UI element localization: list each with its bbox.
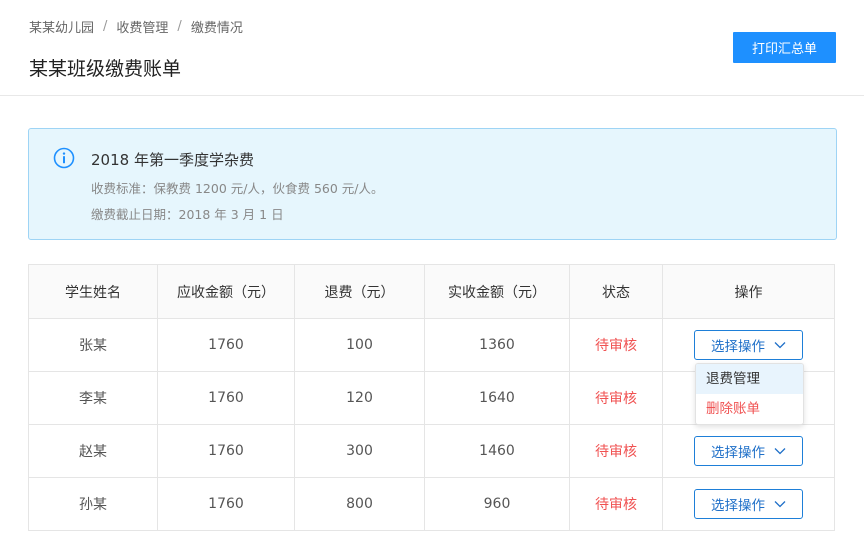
column-header-amount-due: 应收金额（元） — [157, 264, 295, 319]
fee-notice-alert: 2018 年第一季度学杂费 收费标准：保教费 1200 元/人，伙食费 560 … — [28, 128, 837, 240]
cell-amount-paid: 1360 — [424, 318, 570, 372]
table-row: 赵某 1760 300 1460 待审核 选择操作 — [28, 424, 835, 478]
column-header-status: 状态 — [569, 264, 663, 319]
status-badge: 待审核 — [569, 424, 663, 478]
cell-amount-paid: 1460 — [424, 424, 570, 478]
breadcrumb: 某某幼儿园 / 收费管理 / 缴费情况 — [29, 17, 243, 36]
column-header-student-name: 学生姓名 — [28, 264, 158, 319]
cell-student-name: 张某 — [28, 318, 158, 372]
cell-amount-due: 1760 — [157, 371, 295, 425]
breadcrumb-item-fee-management[interactable]: 收费管理 — [116, 17, 168, 36]
table-header-row: 学生姓名 应收金额（元） 退费（元） 实收金额（元） 状态 操作 — [28, 264, 835, 319]
cell-amount-due: 1760 — [157, 318, 295, 372]
table-row: 孙某 1760 800 960 待审核 选择操作 — [28, 477, 835, 531]
cell-amount-due: 1760 — [157, 477, 295, 531]
column-header-amount-paid: 实收金额（元） — [424, 264, 570, 319]
cell-actions: 选择操作 — [662, 424, 835, 478]
column-header-actions: 操作 — [662, 264, 835, 319]
cell-student-name: 赵某 — [28, 424, 158, 478]
action-select[interactable]: 选择操作 — [694, 436, 803, 466]
chevron-down-icon — [774, 342, 786, 349]
chevron-down-icon — [774, 501, 786, 508]
cell-refund: 800 — [294, 477, 425, 531]
action-dropdown-menu: 退费管理 删除账单 — [695, 363, 804, 425]
cell-student-name: 李某 — [28, 371, 158, 425]
cell-refund: 120 — [294, 371, 425, 425]
action-select-label: 选择操作 — [711, 498, 765, 514]
page-header: 某某幼儿园 / 收费管理 / 缴费情况 某某班级缴费账单 打印汇总单 — [0, 0, 864, 96]
action-select[interactable]: 选择操作 — [694, 489, 803, 519]
column-header-refund: 退费（元） — [294, 264, 425, 319]
page-title: 某某班级缴费账单 — [29, 58, 182, 80]
status-badge: 待审核 — [569, 371, 663, 425]
cell-refund: 300 — [294, 424, 425, 478]
action-select-label: 选择操作 — [711, 339, 765, 355]
cell-amount-paid: 960 — [424, 477, 570, 531]
notice-deadline: 缴费截止日期：2018 年 3 月 1 日 — [91, 207, 284, 222]
breadcrumb-separator: / — [177, 19, 182, 34]
breadcrumb-separator: / — [103, 19, 108, 34]
print-summary-button[interactable]: 打印汇总单 — [733, 32, 836, 63]
notice-title: 2018 年第一季度学杂费 — [91, 151, 254, 169]
menu-item-refund-management[interactable]: 退费管理 — [696, 364, 803, 394]
cell-amount-paid: 1640 — [424, 371, 570, 425]
cell-amount-due: 1760 — [157, 424, 295, 478]
status-badge: 待审核 — [569, 477, 663, 531]
cell-student-name: 孙某 — [28, 477, 158, 531]
menu-item-delete-bill[interactable]: 删除账单 — [696, 394, 803, 424]
breadcrumb-item-payment-status: 缴费情况 — [190, 21, 243, 36]
info-icon — [53, 147, 75, 169]
cell-refund: 100 — [294, 318, 425, 372]
breadcrumb-item-kindergarten[interactable]: 某某幼儿园 — [29, 17, 94, 36]
chevron-down-icon — [774, 448, 786, 455]
notice-fee-standard: 收费标准：保教费 1200 元/人，伙食费 560 元/人。 — [91, 181, 384, 196]
cell-actions: 选择操作 — [662, 477, 835, 531]
action-select-label: 选择操作 — [711, 445, 765, 461]
status-badge: 待审核 — [569, 318, 663, 372]
action-select[interactable]: 选择操作 — [694, 330, 803, 360]
